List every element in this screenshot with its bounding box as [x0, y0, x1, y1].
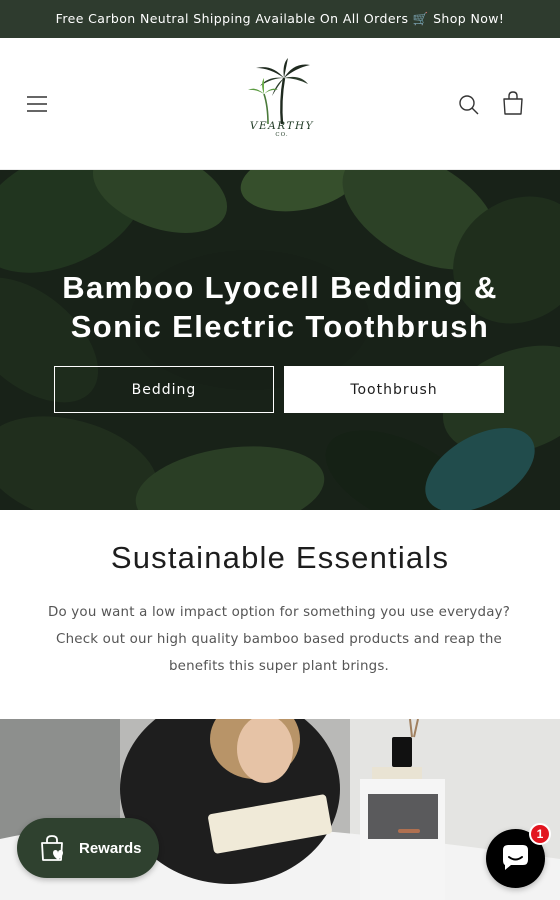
site-logo[interactable]: VEARTHY CO. — [238, 56, 326, 148]
hero-title-line-2: Sonic Electric Toothbrush — [70, 309, 490, 344]
rewards-bag-icon — [41, 835, 63, 861]
cart-button[interactable] — [499, 89, 527, 119]
section-body-text: Do you want a low impact option for some… — [47, 605, 511, 674]
hero-title: Bamboo Lyocell Bedding & Sonic Electric … — [20, 268, 540, 346]
announcement-bar[interactable]: Free Carbon Neutral Shipping Available O… — [0, 0, 560, 38]
hero-title-line-1: Bamboo Lyocell Bedding & — [62, 270, 498, 305]
announcement-text[interactable]: Free Carbon Neutral Shipping Available O… — [56, 11, 505, 27]
search-icon — [459, 95, 479, 115]
rewards-launcher[interactable]: Rewards — [17, 818, 159, 878]
site-header: VEARTHY CO. — [0, 38, 560, 170]
palm-tree-logo-icon — [248, 58, 310, 125]
menu-button[interactable] — [22, 90, 52, 120]
rich-text-section: Sustainable Essentials Do you want a low… — [0, 510, 560, 719]
hero-banner: Bamboo Lyocell Bedding & Sonic Electric … — [0, 170, 560, 510]
search-button[interactable] — [455, 90, 483, 120]
section-heading: Sustainable Essentials — [110, 540, 450, 575]
logo-text: VEARTHY — [249, 120, 315, 132]
toothbrush-button[interactable]: Toothbrush — [284, 366, 504, 413]
logo-subtext: CO. — [275, 132, 289, 138]
menu-icon — [27, 96, 47, 112]
cart-icon — [503, 91, 523, 115]
bedding-button[interactable]: Bedding — [54, 366, 274, 413]
rewards-label: Rewards — [79, 839, 142, 857]
chat-unread-badge: 1 — [529, 823, 551, 845]
